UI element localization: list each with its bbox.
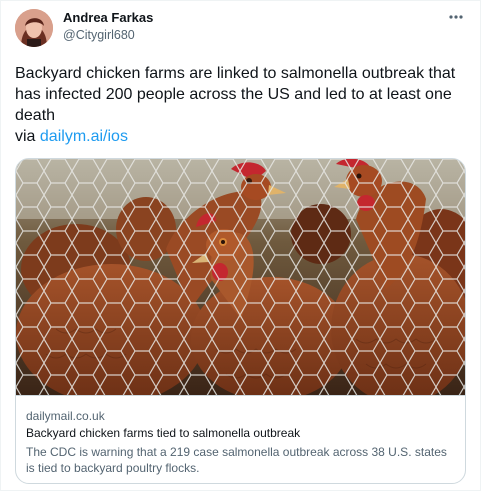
tweet-body: Backyard chicken farms are linked to sal… <box>15 65 456 124</box>
card-meta[interactable]: dailymail.co.uk Backyard chicken farms t… <box>16 395 465 483</box>
tweet-link[interactable]: dailym.ai/ios <box>40 128 128 145</box>
tweet-text: Backyard chicken farms are linked to sal… <box>15 63 465 147</box>
tweet: Andrea Farkas @Citygirl680 Backyard chic… <box>0 0 481 491</box>
card-description: The CDC is warning that a 219 case salmo… <box>26 445 447 475</box>
card-domain: dailymail.co.uk <box>26 409 105 423</box>
card-title: Backyard chicken farms tied to salmonell… <box>26 426 301 440</box>
more-horizontal-icon[interactable] <box>446 7 466 27</box>
user-name[interactable]: Andrea Farkas <box>63 10 153 25</box>
card-image[interactable] <box>16 159 465 404</box>
via-label: via <box>15 128 40 145</box>
avatar[interactable] <box>15 9 53 47</box>
link-card[interactable]: dailymail.co.uk Backyard chicken farms t… <box>15 158 466 484</box>
user-handle[interactable]: @Citygirl680 <box>63 28 135 42</box>
